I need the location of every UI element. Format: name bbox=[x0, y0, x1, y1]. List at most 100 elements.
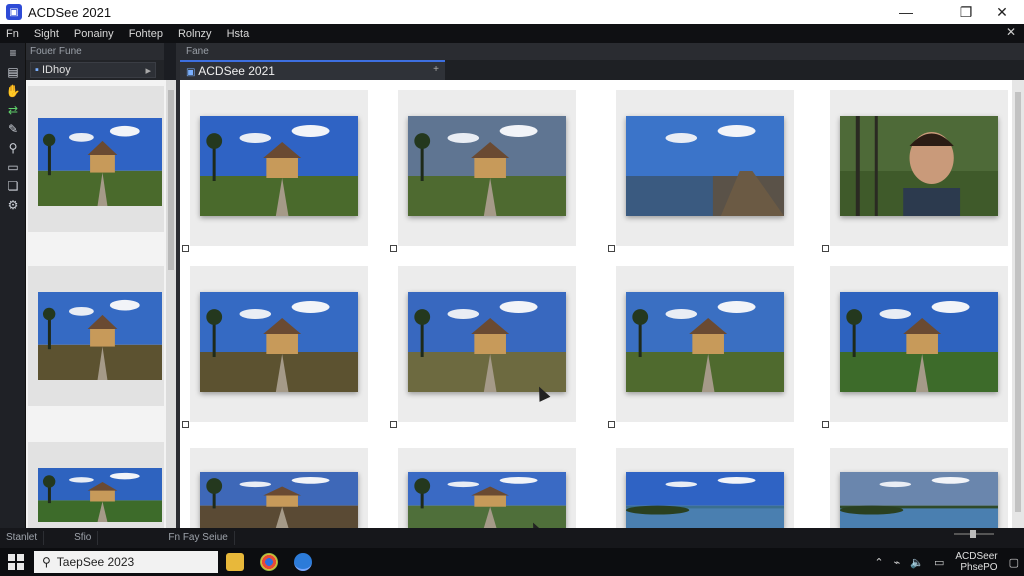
taskbar-search-box[interactable]: ⚲ TaepSee 2023 bbox=[34, 551, 218, 573]
thumbnail-card[interactable] bbox=[608, 266, 794, 428]
thumbnail-image[interactable] bbox=[626, 292, 784, 392]
menu-item-fohtep[interactable]: Fohtep bbox=[123, 28, 172, 40]
clock-line: PhsePO bbox=[960, 562, 998, 573]
chrome-icon[interactable] bbox=[260, 553, 278, 571]
grid-scroll-thumb[interactable] bbox=[1015, 92, 1021, 512]
thumbnail-select-checkbox[interactable] bbox=[608, 245, 615, 252]
system-tray: ⌃ ⌁ 🔈 ▭ ACDSeer PhsePO ▢ bbox=[869, 548, 1024, 576]
acdsee-app-icon: ▣ bbox=[6, 4, 22, 20]
thumbnail-select-checkbox[interactable] bbox=[390, 421, 397, 428]
thumbnail-card[interactable] bbox=[182, 266, 368, 428]
thumbnail-select-checkbox[interactable] bbox=[822, 421, 829, 428]
maximize-button[interactable]: ❐ bbox=[948, 0, 984, 24]
volume-icon[interactable]: 🔈 bbox=[905, 556, 929, 569]
location-dropdown[interactable]: ▪ IDhoy ▸ bbox=[30, 62, 156, 78]
acdsee-taskbar-icon[interactable] bbox=[294, 553, 312, 571]
thumbnail-select-checkbox[interactable] bbox=[182, 245, 189, 252]
thumbnail-select-checkbox[interactable] bbox=[390, 245, 397, 252]
network-icon[interactable]: ⌁ bbox=[889, 556, 906, 569]
menu-item-hsta[interactable]: Hsta bbox=[221, 28, 259, 40]
title-bar: ▣ ACDSee 2021 — ❐ ✕ bbox=[0, 0, 1024, 24]
thumbnail-card[interactable] bbox=[390, 266, 576, 428]
tab-bar: ▣ ACDSee 2021 + bbox=[180, 60, 1024, 80]
left-toolbar: ≡ ▤ ✋ ⇄ ✎ ⚲ ▭ ❏ ⚙ bbox=[0, 43, 26, 528]
folder-thumb-card[interactable] bbox=[28, 86, 164, 232]
thumbnail-image[interactable] bbox=[408, 292, 566, 392]
image-icon: ▣ bbox=[186, 67, 199, 78]
thumbnail-image[interactable] bbox=[840, 292, 998, 392]
folder-thumb-card[interactable] bbox=[28, 442, 164, 528]
settings-toolbar-icon[interactable]: ⚙ bbox=[0, 195, 26, 214]
thumbnail-select-checkbox[interactable] bbox=[822, 245, 829, 252]
folders-panel-header: Fouer Fune bbox=[26, 43, 164, 60]
chevron-up-icon[interactable]: ⌃ bbox=[869, 556, 888, 569]
clock-line: ACDSeer bbox=[955, 551, 998, 562]
thumbnail-grid bbox=[180, 80, 1012, 528]
folder-thumbnail[interactable] bbox=[38, 292, 162, 380]
thumbnail-card[interactable] bbox=[182, 90, 368, 252]
thumbnail-card[interactable] bbox=[190, 448, 368, 528]
hand-toolbar-icon[interactable]: ✋ bbox=[0, 81, 26, 100]
search-icon: ⚲ bbox=[42, 555, 51, 569]
thumbnail-card[interactable] bbox=[608, 90, 794, 252]
menu-item-sight[interactable]: Sight bbox=[28, 28, 68, 40]
thumbnail-image[interactable] bbox=[840, 116, 998, 216]
search-toolbar-icon[interactable]: ⚲ bbox=[0, 138, 26, 157]
thumbnail-card[interactable] bbox=[390, 90, 576, 252]
content-header-label: Fane bbox=[186, 46, 209, 57]
status-item: Fn Fay Seiue bbox=[98, 531, 235, 545]
menu-toolbar-icon[interactable]: ≡ bbox=[0, 43, 26, 62]
thumbnail-image[interactable] bbox=[408, 472, 566, 528]
clock[interactable]: ACDSeer PhsePO bbox=[949, 551, 1003, 573]
folders-thumbnail-panel bbox=[26, 80, 176, 528]
thumbnail-image[interactable] bbox=[200, 472, 358, 528]
minimize-button[interactable]: — bbox=[888, 0, 924, 24]
new-tab-icon[interactable]: + bbox=[433, 64, 439, 75]
taskbar: ⚲ TaepSee 2023 ⌃ ⌁ 🔈 ▭ ACDSeer PhsePO ▢ bbox=[0, 548, 1024, 576]
thumbnail-card[interactable] bbox=[616, 448, 794, 528]
swap-toolbar-icon[interactable]: ⇄ bbox=[0, 100, 26, 119]
folder-thumbnail[interactable] bbox=[38, 118, 162, 206]
thumbnail-select-checkbox[interactable] bbox=[608, 421, 615, 428]
close-button[interactable]: ✕ bbox=[984, 0, 1020, 24]
thumbnail-image[interactable] bbox=[408, 116, 566, 216]
menu-close-icon[interactable]: ✕ bbox=[1006, 25, 1016, 39]
thumbnail-card[interactable] bbox=[398, 448, 576, 528]
app-window: ▣ ACDSee 2021 — ❐ ✕ Fn Sight Ponainy Foh… bbox=[0, 0, 1024, 548]
menu-item-rolnzy[interactable]: Rolnzy bbox=[172, 28, 221, 40]
thumbnail-image[interactable] bbox=[840, 472, 998, 528]
stack-toolbar-icon[interactable]: ❏ bbox=[0, 176, 26, 195]
status-item: Sfio bbox=[44, 531, 99, 545]
thumbnail-image[interactable] bbox=[200, 292, 358, 392]
thumbnail-select-checkbox[interactable] bbox=[182, 421, 189, 428]
window-title: ACDSee 2021 bbox=[28, 4, 112, 20]
folder-thumb-card[interactable] bbox=[28, 266, 164, 406]
menu-bar: Fn Sight Ponainy Fohtep Rolnzy Hsta ✕ bbox=[0, 24, 1024, 43]
thumbnail-card[interactable] bbox=[822, 90, 1008, 252]
thumbnail-card[interactable] bbox=[830, 448, 1008, 528]
folders-scroll-thumb[interactable] bbox=[168, 90, 174, 270]
windows-start-icon[interactable] bbox=[8, 554, 24, 570]
tab-acdsee-2021[interactable]: ▣ ACDSee 2021 + bbox=[180, 60, 445, 80]
status-item: Stanlet bbox=[0, 531, 45, 545]
folder-thumbnail[interactable] bbox=[38, 468, 162, 522]
frame-toolbar-icon[interactable]: ▭ bbox=[0, 157, 26, 176]
taskbar-search-text: TaepSee 2023 bbox=[56, 555, 135, 569]
grid-scrollbar[interactable] bbox=[1012, 80, 1024, 528]
dropdown-chevron-icon: ▸ bbox=[145, 65, 151, 77]
thumbnail-image[interactable] bbox=[626, 116, 784, 216]
menu-item-ponainy[interactable]: Ponainy bbox=[68, 28, 123, 40]
thumbnail-image[interactable] bbox=[200, 116, 358, 216]
notification-icon[interactable]: ▢ bbox=[1004, 556, 1024, 569]
thumbnail-image[interactable] bbox=[626, 472, 784, 528]
browse-toolbar-icon[interactable]: ▤ bbox=[0, 62, 26, 81]
thumbnail-card[interactable] bbox=[822, 266, 1008, 428]
folders-scrollbar[interactable] bbox=[166, 80, 176, 528]
location-label: IDhoy bbox=[41, 64, 71, 76]
edit-toolbar-icon[interactable]: ✎ bbox=[0, 119, 26, 138]
status-bar: Stanlet Sfio Fn Fay Seiue bbox=[0, 528, 1024, 548]
battery-icon[interactable]: ▭ bbox=[929, 556, 949, 569]
file-explorer-icon[interactable] bbox=[226, 553, 244, 571]
folder-icon: ▪ bbox=[35, 64, 42, 76]
menu-item-file[interactable]: Fn bbox=[0, 28, 28, 40]
